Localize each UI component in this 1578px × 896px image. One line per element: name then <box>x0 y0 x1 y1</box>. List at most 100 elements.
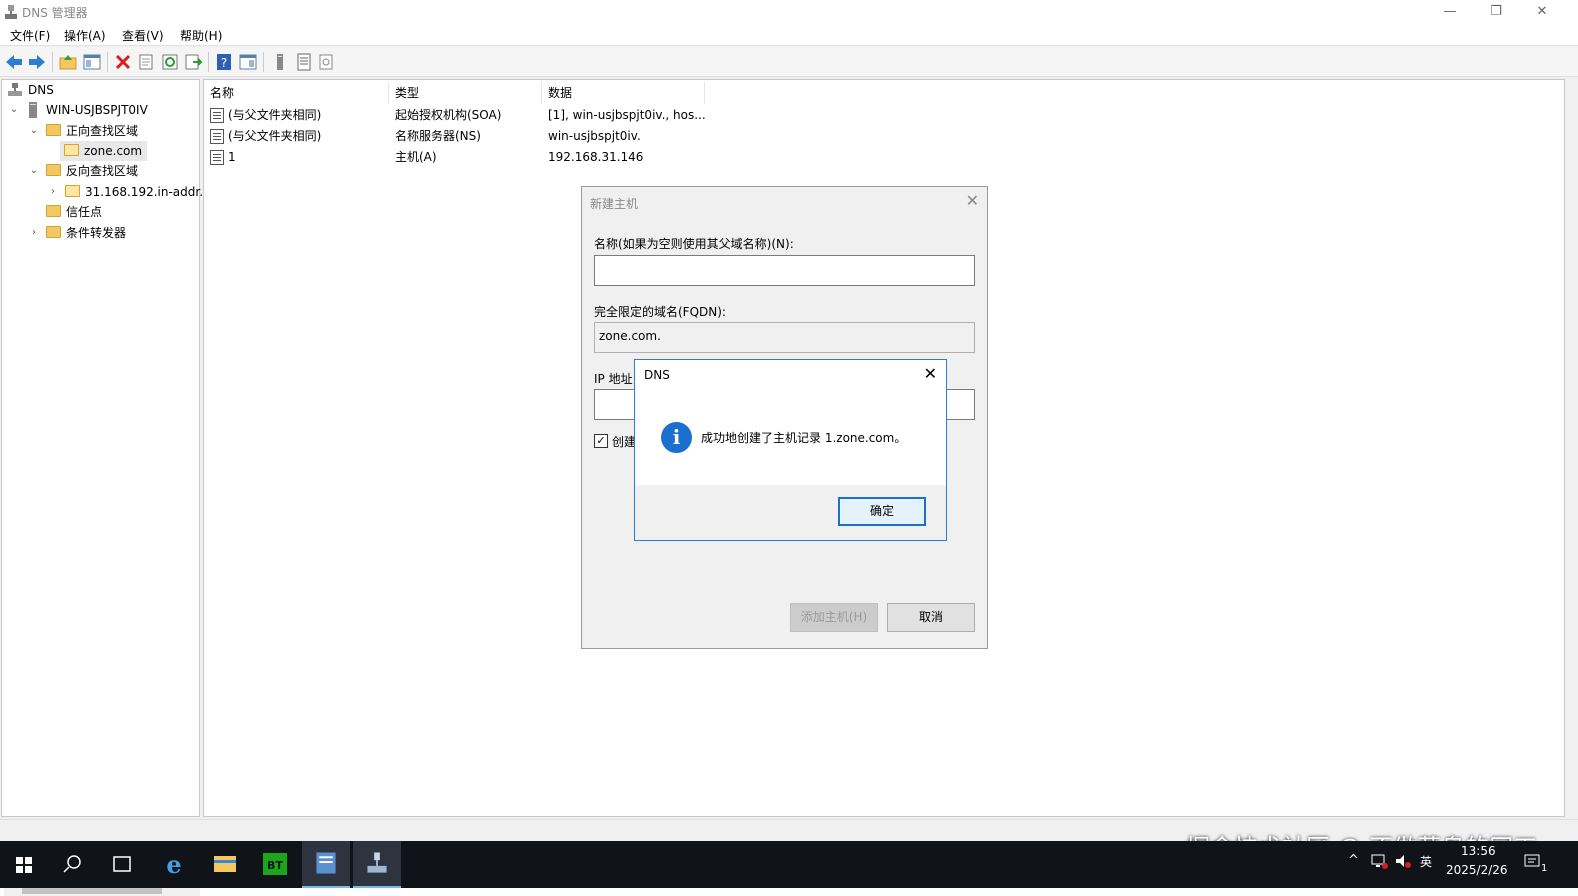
network-icon[interactable] <box>1370 853 1388 869</box>
folder-icon <box>46 205 61 217</box>
tree-label-forward: 正向查找区域 <box>66 124 139 138</box>
taskbar: e BT ^ 英 13:56 2025/2/26 1 <box>0 841 1578 888</box>
task-view-icon[interactable] <box>98 841 146 888</box>
record-list-icon[interactable] <box>294 52 314 72</box>
chevron-down-icon[interactable]: ⌄ <box>28 121 40 141</box>
record-icon <box>210 108 224 123</box>
toolbar-separator <box>208 52 209 72</box>
chevron-right-icon[interactable]: › <box>28 223 40 243</box>
info-icon: i <box>661 422 692 453</box>
svg-text:BT: BT <box>267 859 283 872</box>
record-name: (与父文件夹相同) <box>228 108 322 122</box>
file-explorer-icon[interactable] <box>201 841 249 888</box>
menu-bar: 文件(F) 操作(A) 查看(V) 帮助(H) <box>0 24 1578 46</box>
close-icon[interactable]: ✕ <box>924 364 937 383</box>
record-settings-icon[interactable] <box>316 52 336 72</box>
notification-icon[interactable] <box>1524 853 1542 871</box>
bt-panel-icon[interactable]: BT <box>251 841 299 888</box>
dns-message-box: DNS ✕ i 成功地创建了主机记录 1.zone.com。 确定 <box>634 359 947 541</box>
show-tree-icon[interactable] <box>82 52 102 72</box>
dns-root-icon <box>8 83 22 96</box>
tree-item-zone-com[interactable]: zone.com <box>60 141 147 161</box>
forward-arrow-icon[interactable] <box>27 52 47 72</box>
ip-label: IP 地址 <box>594 372 633 386</box>
up-folder-icon[interactable] <box>58 52 78 72</box>
internet-explorer-icon[interactable]: e <box>150 841 198 888</box>
export-list-icon[interactable] <box>183 52 203 72</box>
record-name: 1 <box>228 150 236 164</box>
add-host-button[interactable]: 添加主机(H) <box>790 603 878 632</box>
message-title: DNS <box>644 368 670 382</box>
dns-manager-taskbar-icon[interactable] <box>353 841 401 888</box>
ime-indicator[interactable]: 英 <box>1420 853 1432 870</box>
volume-icon[interactable] <box>1394 853 1412 869</box>
chevron-down-icon[interactable]: ⌄ <box>8 100 20 120</box>
back-arrow-icon[interactable] <box>4 52 24 72</box>
cancel-button[interactable]: 取消 <box>887 603 975 632</box>
chevron-right-icon[interactable]: › <box>47 182 59 202</box>
server-icon[interactable] <box>270 52 290 72</box>
record-name: (与父文件夹相同) <box>228 129 322 143</box>
name-input[interactable] <box>594 255 975 286</box>
message-text: 成功地创建了主机记录 1.zone.com。 <box>701 431 907 445</box>
folder-icon <box>46 164 61 176</box>
record-type: 主机(A) <box>395 150 437 164</box>
toolbar: ? <box>0 47 1578 77</box>
checkbox-label: 创建 <box>612 435 637 449</box>
tree-label-server: WIN-USJBSPJT0IV <box>46 103 148 117</box>
chevron-down-icon[interactable]: ⌄ <box>28 161 40 181</box>
restore-button[interactable]: ❐ <box>1473 0 1519 24</box>
column-header-name[interactable]: 名称 <box>204 82 389 104</box>
close-button[interactable]: ✕ <box>1519 0 1565 24</box>
chevron-up-icon[interactable]: ^ <box>1348 853 1359 868</box>
server-manager-icon[interactable] <box>302 841 350 888</box>
zone-icon <box>65 185 80 197</box>
toolbar-separator <box>107 52 108 72</box>
close-icon[interactable]: ✕ <box>966 191 979 210</box>
toolbar-separator <box>52 52 53 72</box>
tree-label-zone: zone.com <box>84 144 143 158</box>
record-icon <box>210 150 224 165</box>
title-bar: DNS 管理器 — ❐ ✕ <box>0 0 1578 24</box>
zone-icon <box>64 144 79 156</box>
tree-label-conditional: 条件转发器 <box>66 226 127 240</box>
name-label: 名称(如果为空则使用其父域名称)(N): <box>594 237 794 251</box>
fqdn-label: 完全限定的域名(FQDN): <box>594 305 726 319</box>
record-type: 名称服务器(NS) <box>395 129 481 143</box>
column-header-data[interactable]: 数据 <box>542 82 705 104</box>
menu-view[interactable]: 查看(V) <box>122 27 164 44</box>
record-type: 起始授权机构(SOA) <box>395 108 502 122</box>
dns-app-icon <box>5 5 17 19</box>
dns-manager-window: DNS 管理器 — ❐ ✕ 文件(F) 操作(A) 查看(V) 帮助(H) ? … <box>0 0 1578 896</box>
record-data: 192.168.31.146 <box>548 150 644 164</box>
menu-help[interactable]: 帮助(H) <box>180 27 222 44</box>
right-scroll-track[interactable] <box>1566 79 1578 817</box>
server-icon <box>29 102 37 118</box>
fqdn-field: zone.com. <box>594 322 975 353</box>
menu-file[interactable]: 文件(F) <box>10 27 50 44</box>
console-tree: DNS ⌄ WIN-USJBSPJT0IV ⌄ 正向查找区域 zone.com … <box>1 79 204 896</box>
action-pane-icon[interactable] <box>238 52 258 72</box>
tree-label-trust: 信任点 <box>66 205 103 219</box>
tree-label-reverse: 反向查找区域 <box>66 164 139 178</box>
clock-time[interactable]: 13:56 <box>1461 844 1496 858</box>
windows-start-icon[interactable] <box>0 841 48 888</box>
refresh-icon[interactable] <box>160 52 180 72</box>
clock-date[interactable]: 2025/2/26 <box>1446 863 1508 877</box>
help-icon[interactable]: ? <box>214 52 234 72</box>
search-icon[interactable] <box>48 841 96 888</box>
ok-button[interactable]: 确定 <box>838 497 926 526</box>
record-data: win-usjbspjt0iv. <box>548 129 641 143</box>
menu-action[interactable]: 操作(A) <box>64 27 106 44</box>
minimize-button[interactable]: — <box>1427 0 1473 24</box>
tree-label-reverse-zone: 31.168.192.in-addr. <box>85 185 204 199</box>
svg-text:?: ? <box>221 56 227 70</box>
create-ptr-checkbox[interactable]: ✓ <box>594 434 608 448</box>
toolbar-separator <box>263 52 264 72</box>
record-data: [1], win-usjbspjt0iv., hos... <box>548 108 706 122</box>
delete-icon[interactable] <box>113 52 133 72</box>
window-title: DNS 管理器 <box>22 6 88 20</box>
properties-icon[interactable] <box>136 52 156 72</box>
folder-icon <box>46 124 61 136</box>
column-header-type[interactable]: 类型 <box>389 82 542 104</box>
